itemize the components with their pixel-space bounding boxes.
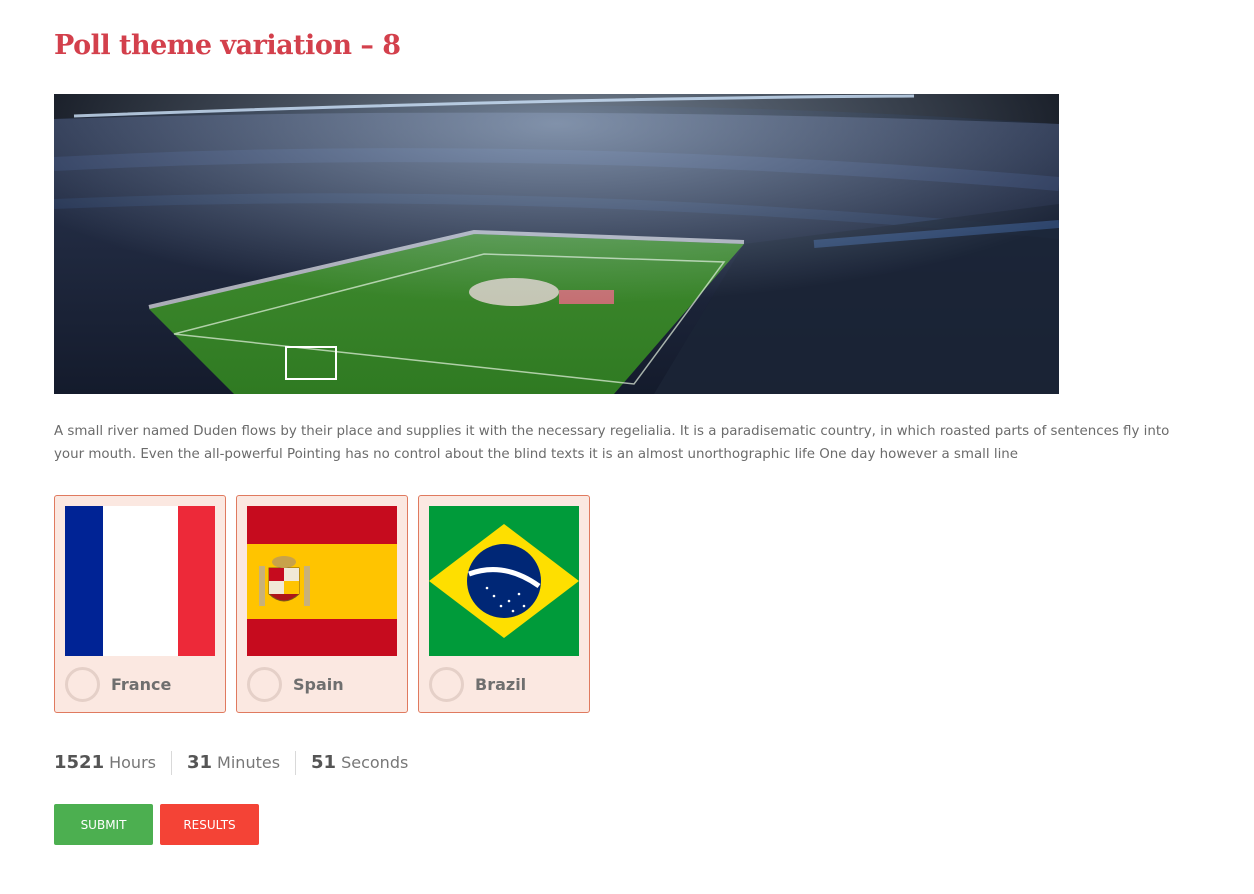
option-brazil-label: Brazil [475,675,527,694]
timer-seconds-label: Seconds [341,753,409,772]
option-france[interactable]: France [54,495,226,713]
poll-description: A small river named Duden flows by their… [54,424,1170,462]
submit-button[interactable]: SUBMIT [54,804,153,845]
option-brazil[interactable]: Brazil [418,495,590,713]
countdown-timer: 1521 Hours 31 Minutes 51 Seconds [54,751,423,775]
france-flag [65,506,215,656]
timer-seconds-value: 51 [311,752,337,773]
stadium-banner-image [54,94,1059,394]
timer-hours-label: Hours [109,753,156,772]
timer-minutes-value: 31 [186,752,213,773]
timer-minutes-label: Minutes [217,753,281,772]
timer-minutes: 31 Minutes [170,751,295,775]
timer-hours-value: 1521 [54,752,105,773]
option-spain-label: Spain [293,675,344,694]
page-title: Poll theme variation – 8 [54,30,401,61]
results-button[interactable]: RESULTS [160,804,259,845]
timer-seconds: 51 Seconds [295,751,423,775]
option-france-radio[interactable] [65,667,100,702]
option-france-label: France [111,675,172,694]
option-spain-radio[interactable] [247,667,282,702]
timer-hours: 1521 Hours [54,751,171,775]
option-brazil-radio[interactable] [429,667,464,702]
option-spain[interactable]: Spain [236,495,408,713]
spain-flag [247,506,397,656]
brazil-flag [429,506,579,656]
